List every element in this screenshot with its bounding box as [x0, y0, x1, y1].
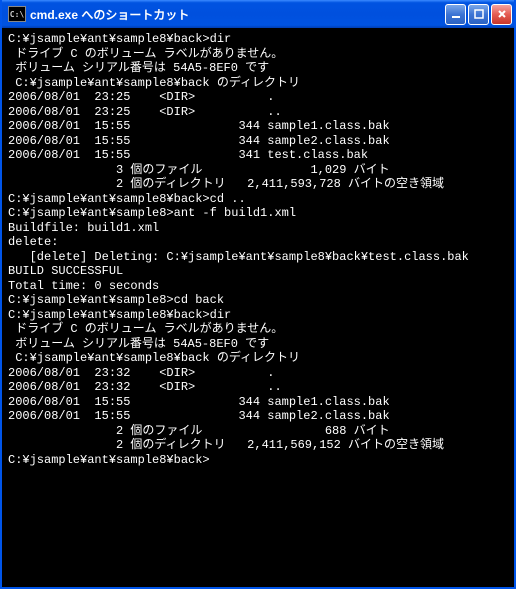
terminal-line: C:¥jsample¥ant¥sample8>ant -f build1.xml — [8, 206, 508, 221]
minimize-icon — [451, 9, 461, 19]
maximize-icon — [474, 9, 484, 19]
terminal-line: ボリューム シリアル番号は 54A5-8EF0 です — [8, 61, 508, 76]
terminal-line: 2006/08/01 23:32 <DIR> .. — [8, 380, 508, 395]
terminal-line: [delete] Deleting: C:¥jsample¥ant¥sample… — [8, 250, 508, 265]
terminal-line: C:¥jsample¥ant¥sample8¥back>dir — [8, 308, 508, 323]
terminal-line: C:¥jsample¥ant¥sample8¥back>dir — [8, 32, 508, 47]
close-icon — [497, 9, 507, 19]
terminal-line: 2006/08/01 23:25 <DIR> .. — [8, 105, 508, 120]
terminal-line: 2006/08/01 23:32 <DIR> . — [8, 366, 508, 381]
terminal-line: 2 個のディレクトリ 2,411,569,152 バイトの空き領域 — [8, 438, 508, 453]
terminal-line: C:¥jsample¥ant¥sample8¥back> — [8, 453, 508, 468]
terminal-line: Buildfile: build1.xml — [8, 221, 508, 236]
terminal-line: 2006/08/01 15:55 344 sample2.class.bak — [8, 409, 508, 424]
maximize-button[interactable] — [468, 4, 489, 25]
terminal-line: Total time: 0 seconds — [8, 279, 508, 294]
terminal-line: 2006/08/01 15:55 344 sample1.class.bak — [8, 395, 508, 410]
window-title: cmd.exe へのショートカット — [30, 6, 445, 23]
terminal-line: ドライブ C のボリューム ラベルがありません。 — [8, 322, 508, 337]
terminal-line: 2006/08/01 15:55 344 sample2.class.bak — [8, 134, 508, 149]
command-prompt-window: C:\ cmd.exe へのショートカット C:¥jsample¥ant¥sam… — [0, 0, 516, 589]
minimize-button[interactable] — [445, 4, 466, 25]
terminal-line: ドライブ C のボリューム ラベルがありません。 — [8, 47, 508, 62]
terminal-line: delete: — [8, 235, 508, 250]
terminal-line: 3 個のファイル 1,029 バイト — [8, 163, 508, 178]
terminal-line: C:¥jsample¥ant¥sample8¥back>cd .. — [8, 192, 508, 207]
terminal-line: C:¥jsample¥ant¥sample8¥back のディレクトリ — [8, 351, 508, 366]
terminal-line: 2006/08/01 15:55 341 test.class.bak — [8, 148, 508, 163]
terminal-line: BUILD SUCCESSFUL — [8, 264, 508, 279]
terminal-output[interactable]: C:¥jsample¥ant¥sample8¥back>dir ドライブ C の… — [2, 28, 514, 587]
terminal-line: C:¥jsample¥ant¥sample8¥back のディレクトリ — [8, 76, 508, 91]
titlebar[interactable]: C:\ cmd.exe へのショートカット — [2, 0, 514, 28]
terminal-line: ボリューム シリアル番号は 54A5-8EF0 です — [8, 337, 508, 352]
close-button[interactable] — [491, 4, 512, 25]
terminal-line: 2006/08/01 23:25 <DIR> . — [8, 90, 508, 105]
terminal-line: C:¥jsample¥ant¥sample8>cd back — [8, 293, 508, 308]
cmd-icon: C:\ — [8, 6, 26, 22]
terminal-line: 2 個のディレクトリ 2,411,593,728 バイトの空き領域 — [8, 177, 508, 192]
terminal-line: 2006/08/01 15:55 344 sample1.class.bak — [8, 119, 508, 134]
terminal-line: 2 個のファイル 688 バイト — [8, 424, 508, 439]
window-controls — [445, 4, 512, 25]
